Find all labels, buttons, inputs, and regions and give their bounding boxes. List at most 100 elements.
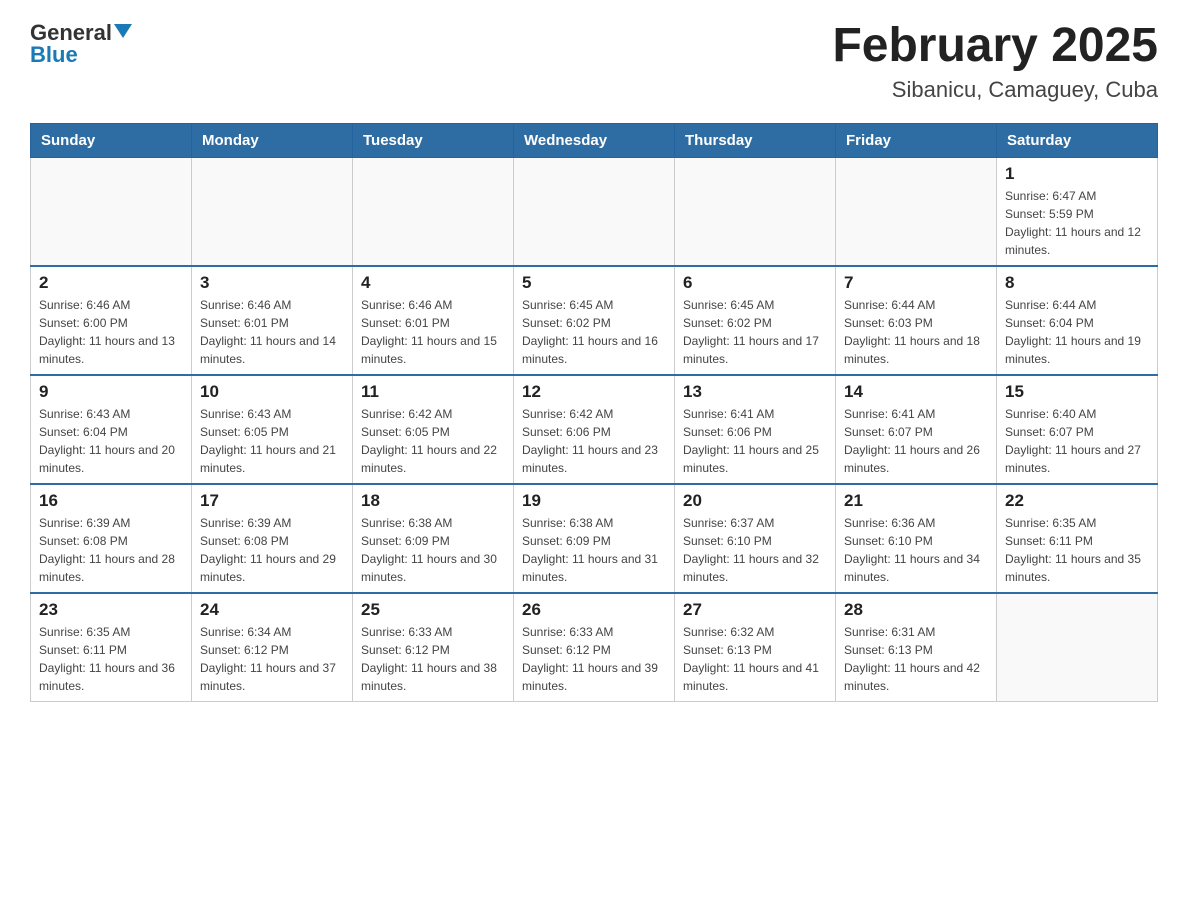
calendar-cell: 8 Sunrise: 6:44 AMSunset: 6:04 PMDaylight… [997,266,1158,375]
calendar-cell: 27 Sunrise: 6:32 AMSunset: 6:13 PMDayligh… [675,593,836,702]
calendar-week-row: 16 Sunrise: 6:39 AMSunset: 6:08 PMDayligh… [31,484,1158,593]
calendar-week-row: 2 Sunrise: 6:46 AMSunset: 6:00 PMDaylight… [31,266,1158,375]
day-info: Sunrise: 6:39 AMSunset: 6:08 PMDaylight:… [39,514,183,586]
calendar-cell [514,157,675,266]
day-header-sunday: Sunday [31,123,192,157]
calendar-cell [192,157,353,266]
day-number: 11 [361,382,505,402]
calendar-cell: 25Sunrise: 6:33 AMSunset: 6:12 PMDayligh… [353,593,514,702]
calendar-cell: 18 Sunrise: 6:38 AMSunset: 6:09 PMDayligh… [353,484,514,593]
day-info: Sunrise: 6:35 AMSunset: 6:11 PMDaylight:… [39,623,183,695]
day-number: 24 [200,600,344,620]
day-info: Sunrise: 6:47 AMSunset: 5:59 PMDaylight:… [1005,187,1149,259]
day-number: 18 [361,491,505,511]
day-info: Sunrise: 6:37 AMSunset: 6:10 PMDaylight:… [683,514,827,586]
calendar-cell: 28 Sunrise: 6:31 AMSunset: 6:13 PMDayligh… [836,593,997,702]
day-info: Sunrise: 6:34 AMSunset: 6:12 PMDaylight:… [200,623,344,695]
day-info: Sunrise: 6:46 AMSunset: 6:00 PMDaylight:… [39,296,183,368]
logo: General Blue [30,20,132,68]
logo-blue-text: Blue [30,42,78,68]
title-block: February 2025 Sibanicu, Camaguey, Cuba [832,20,1158,103]
calendar-cell: 26 Sunrise: 6:33 AMSunset: 6:12 PMDayligh… [514,593,675,702]
day-info: Sunrise: 6:44 AMSunset: 6:04 PMDaylight:… [1005,296,1149,368]
day-header-friday: Friday [836,123,997,157]
day-info: Sunrise: 6:38 AMSunset: 6:09 PMDaylight:… [361,514,505,586]
calendar-week-row: 1Sunrise: 6:47 AMSunset: 5:59 PMDaylight… [31,157,1158,266]
day-header-tuesday: Tuesday [353,123,514,157]
calendar-cell: 16 Sunrise: 6:39 AMSunset: 6:08 PMDayligh… [31,484,192,593]
day-number: 19 [522,491,666,511]
day-number: 3 [200,273,344,293]
calendar-cell: 20 Sunrise: 6:37 AMSunset: 6:10 PMDayligh… [675,484,836,593]
day-number: 8 [1005,273,1149,293]
day-info: Sunrise: 6:40 AMSunset: 6:07 PMDaylight:… [1005,405,1149,477]
calendar-cell: 11 Sunrise: 6:42 AMSunset: 6:05 PMDayligh… [353,375,514,484]
day-info: Sunrise: 6:44 AMSunset: 6:03 PMDaylight:… [844,296,988,368]
logo-arrow-icon [114,24,132,43]
day-info: Sunrise: 6:46 AMSunset: 6:01 PMDaylight:… [361,296,505,368]
calendar-cell: 13 Sunrise: 6:41 AMSunset: 6:06 PMDayligh… [675,375,836,484]
day-number: 7 [844,273,988,293]
day-header-thursday: Thursday [675,123,836,157]
day-number: 20 [683,491,827,511]
day-info: Sunrise: 6:32 AMSunset: 6:13 PMDaylight:… [683,623,827,695]
day-info: Sunrise: 6:41 AMSunset: 6:06 PMDaylight:… [683,405,827,477]
day-number: 21 [844,491,988,511]
calendar-cell: 3 Sunrise: 6:46 AMSunset: 6:01 PMDaylight… [192,266,353,375]
calendar-cell [997,593,1158,702]
day-number: 16 [39,491,183,511]
day-number: 13 [683,382,827,402]
calendar-cell: 22 Sunrise: 6:35 AMSunset: 6:11 PMDayligh… [997,484,1158,593]
day-info: Sunrise: 6:42 AMSunset: 6:05 PMDaylight:… [361,405,505,477]
day-number: 25 [361,600,505,620]
day-number: 23 [39,600,183,620]
calendar-header-row: SundayMondayTuesdayWednesdayThursdayFrid… [31,123,1158,157]
day-number: 17 [200,491,344,511]
day-number: 5 [522,273,666,293]
day-number: 6 [683,273,827,293]
day-info: Sunrise: 6:31 AMSunset: 6:13 PMDaylight:… [844,623,988,695]
day-info: Sunrise: 6:45 AMSunset: 6:02 PMDaylight:… [522,296,666,368]
day-info: Sunrise: 6:41 AMSunset: 6:07 PMDaylight:… [844,405,988,477]
day-number: 2 [39,273,183,293]
calendar-cell: 23 Sunrise: 6:35 AMSunset: 6:11 PMDayligh… [31,593,192,702]
day-number: 28 [844,600,988,620]
day-number: 12 [522,382,666,402]
calendar-cell [31,157,192,266]
day-info: Sunrise: 6:35 AMSunset: 6:11 PMDaylight:… [1005,514,1149,586]
calendar-cell: 10 Sunrise: 6:43 AMSunset: 6:05 PMDayligh… [192,375,353,484]
calendar-cell: 15Sunrise: 6:40 AMSunset: 6:07 PMDayligh… [997,375,1158,484]
day-number: 10 [200,382,344,402]
day-number: 27 [683,600,827,620]
calendar-cell: 1Sunrise: 6:47 AMSunset: 5:59 PMDaylight… [997,157,1158,266]
day-header-wednesday: Wednesday [514,123,675,157]
day-number: 26 [522,600,666,620]
calendar-week-row: 23 Sunrise: 6:35 AMSunset: 6:11 PMDayligh… [31,593,1158,702]
calendar-cell: 17 Sunrise: 6:39 AMSunset: 6:08 PMDayligh… [192,484,353,593]
day-number: 14 [844,382,988,402]
day-info: Sunrise: 6:46 AMSunset: 6:01 PMDaylight:… [200,296,344,368]
calendar-cell [353,157,514,266]
calendar-cell: 24 Sunrise: 6:34 AMSunset: 6:12 PMDayligh… [192,593,353,702]
calendar-title: February 2025 [832,20,1158,73]
day-info: Sunrise: 6:43 AMSunset: 6:04 PMDaylight:… [39,405,183,477]
day-info: Sunrise: 6:42 AMSunset: 6:06 PMDaylight:… [522,405,666,477]
calendar-cell: 6Sunrise: 6:45 AMSunset: 6:02 PMDaylight… [675,266,836,375]
day-info: Sunrise: 6:39 AMSunset: 6:08 PMDaylight:… [200,514,344,586]
calendar-cell: 7 Sunrise: 6:44 AMSunset: 6:03 PMDaylight… [836,266,997,375]
calendar-cell [675,157,836,266]
calendar-subtitle: Sibanicu, Camaguey, Cuba [832,77,1158,103]
day-header-saturday: Saturday [997,123,1158,157]
calendar-cell: 4Sunrise: 6:46 AMSunset: 6:01 PMDaylight… [353,266,514,375]
day-number: 9 [39,382,183,402]
calendar-cell: 12 Sunrise: 6:42 AMSunset: 6:06 PMDayligh… [514,375,675,484]
day-info: Sunrise: 6:43 AMSunset: 6:05 PMDaylight:… [200,405,344,477]
day-number: 22 [1005,491,1149,511]
day-info: Sunrise: 6:33 AMSunset: 6:12 PMDaylight:… [522,623,666,695]
calendar-cell: 21Sunrise: 6:36 AMSunset: 6:10 PMDayligh… [836,484,997,593]
day-header-monday: Monday [192,123,353,157]
calendar-cell: 14 Sunrise: 6:41 AMSunset: 6:07 PMDayligh… [836,375,997,484]
page-header: General Blue February 2025 Sibanicu, Cam… [30,20,1158,103]
calendar-cell [836,157,997,266]
day-info: Sunrise: 6:38 AMSunset: 6:09 PMDaylight:… [522,514,666,586]
